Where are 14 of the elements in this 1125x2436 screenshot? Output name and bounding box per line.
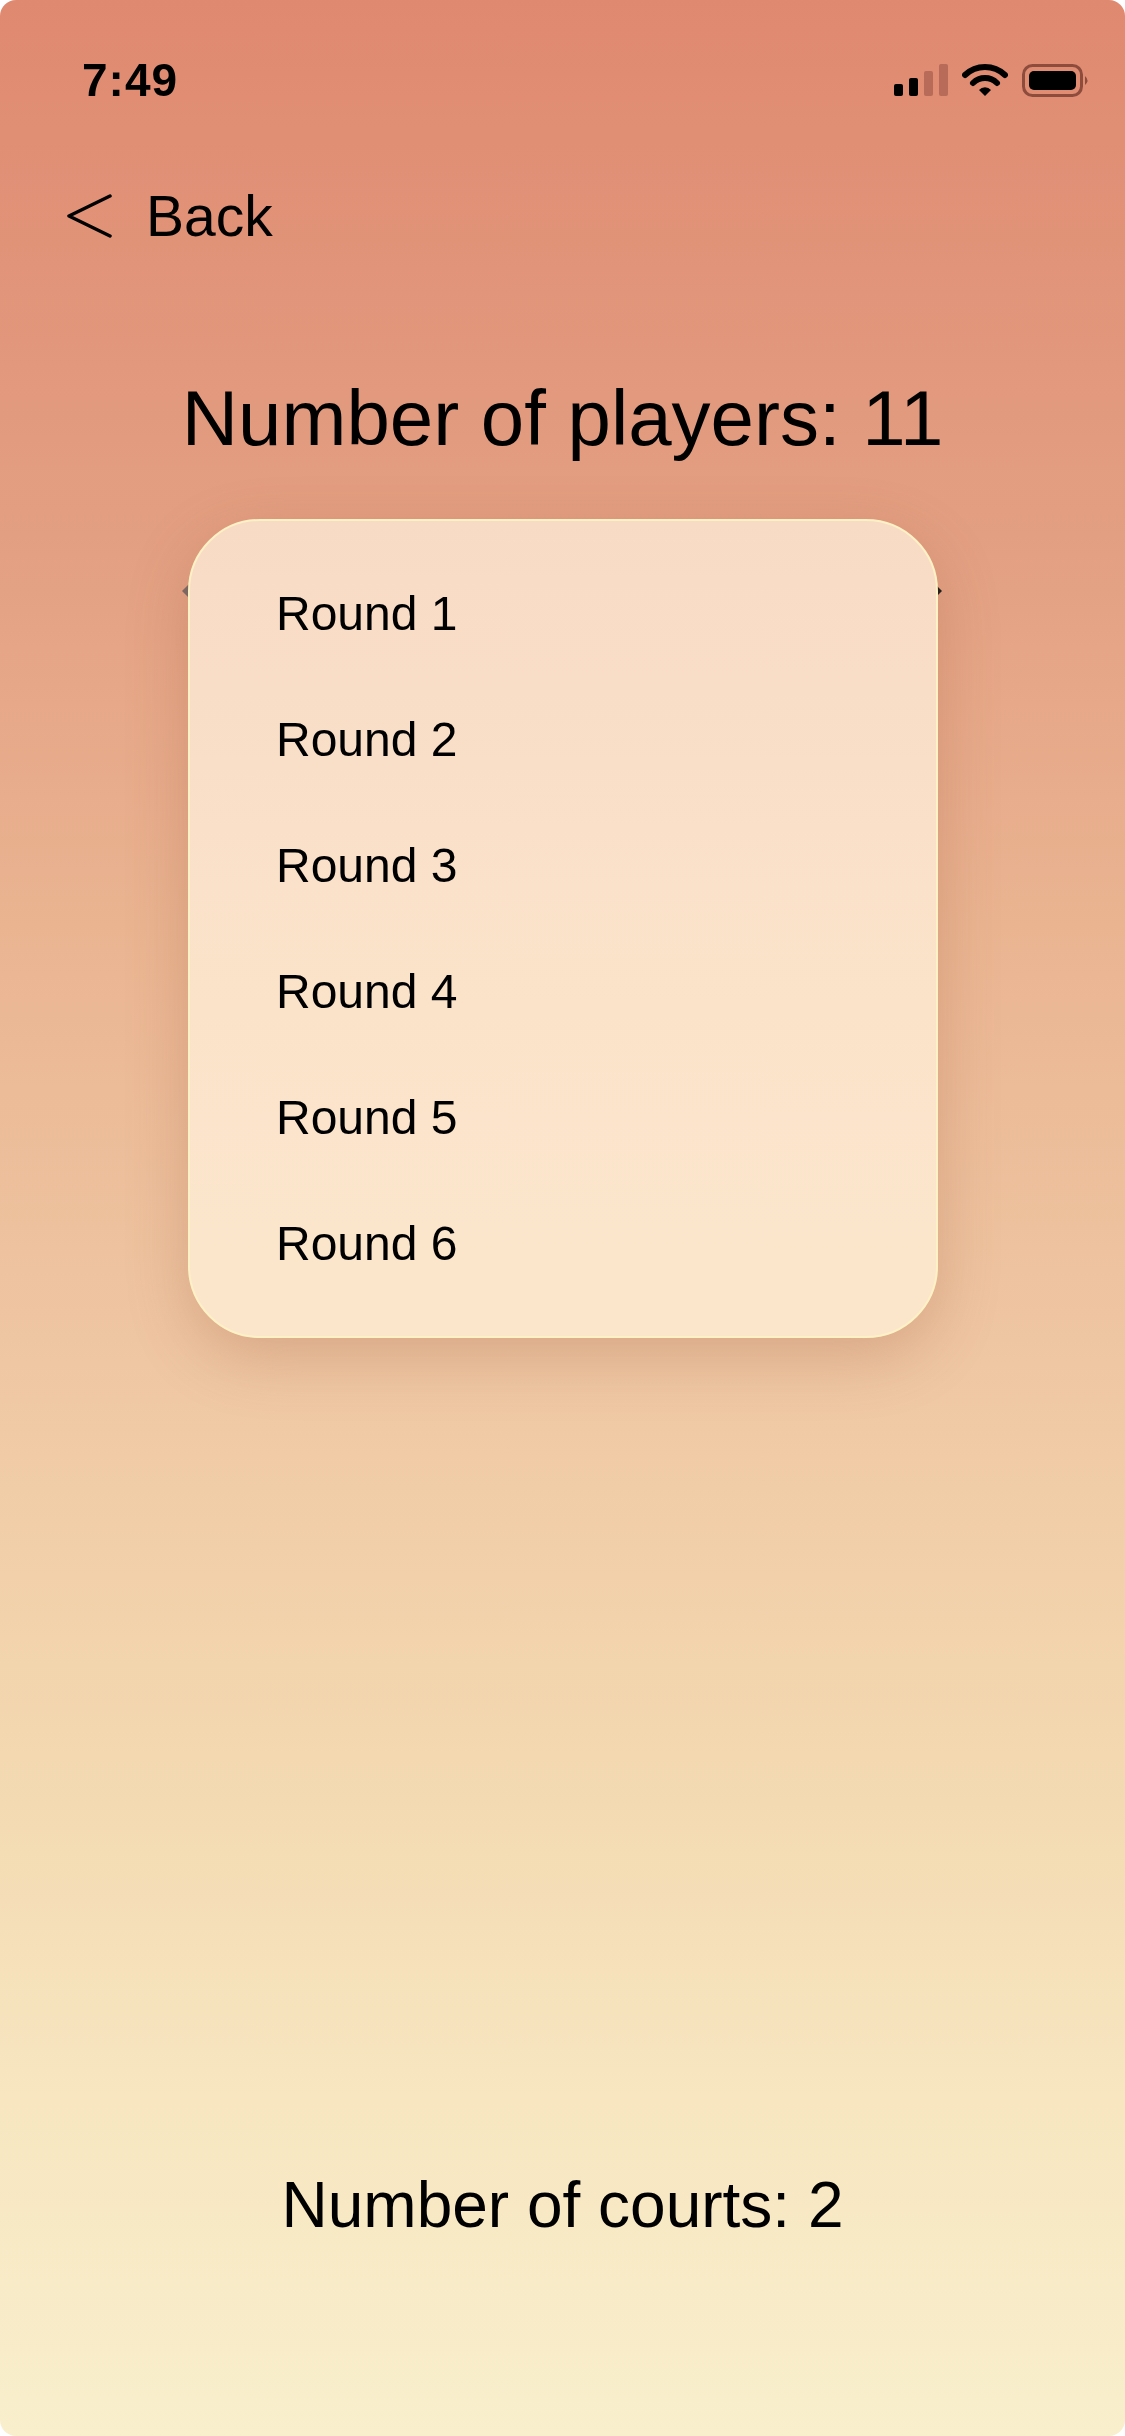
courts-count-label: Number of courts: 2 [280, 2168, 845, 2243]
menu-item[interactable]: Round 6 [190, 1181, 936, 1307]
menu-item[interactable]: Round 1 [190, 551, 936, 677]
back-button[interactable]: Back [66, 184, 273, 248]
wifi-icon [962, 63, 1008, 97]
menu-item[interactable]: Round 4 [190, 929, 936, 1055]
menu-item[interactable]: Round 3 [190, 803, 936, 929]
battery-icon [1022, 63, 1090, 97]
players-count-title: Number of players: 11 [180, 373, 945, 464]
status-time: 7:49 [82, 57, 179, 103]
menu-item[interactable]: Round 2 [190, 677, 936, 803]
signal-icon [894, 64, 948, 96]
menu-item[interactable]: Round 5 [190, 1055, 936, 1181]
chevron-left-icon [66, 194, 112, 238]
